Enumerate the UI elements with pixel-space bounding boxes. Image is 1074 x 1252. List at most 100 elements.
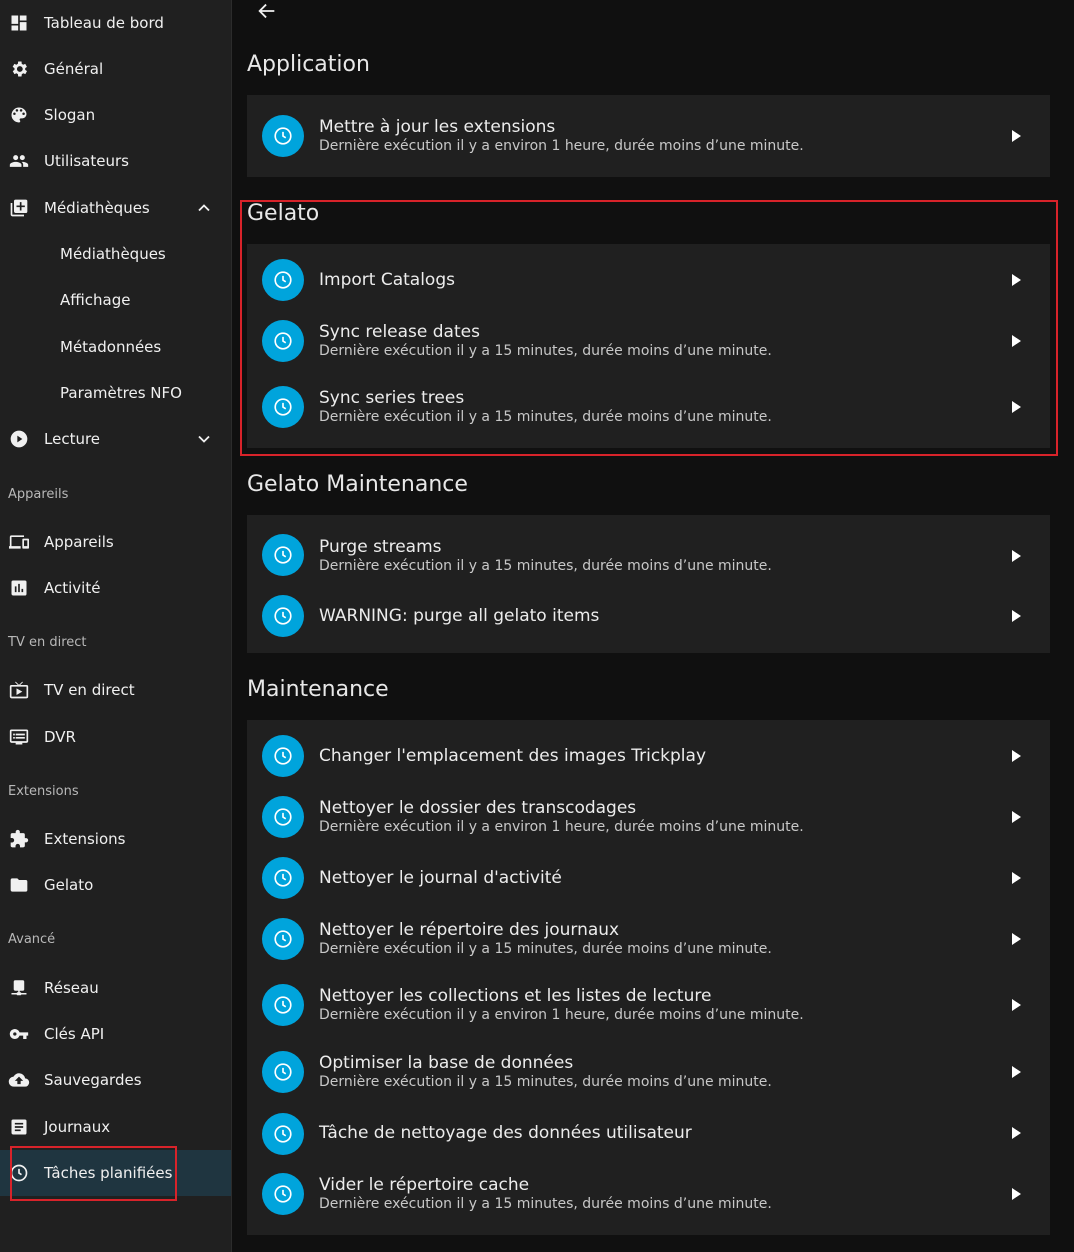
sidebar-item-api-keys[interactable]: Clés API [0,1011,231,1057]
play-icon[interactable] [1008,809,1024,825]
gear-icon [8,58,30,80]
sidebar-subitem-libraries[interactable]: Médiathèques [0,231,231,277]
sidebar-item-label: Sauvegardes [44,1071,142,1089]
section-heading-devices: Appareils [8,487,69,502]
sidebar-item-playback[interactable]: Lecture [0,416,231,462]
sidebar-item-label: Tâches planifiées [44,1164,173,1182]
sidebar-item-network[interactable]: Réseau [0,965,231,1011]
play-icon[interactable] [1008,997,1024,1013]
group-title-gelato-maintenance: Gelato Maintenance [247,472,468,497]
clock-icon [8,1162,30,1184]
task-status: Dernière exécution il y a environ 1 heur… [319,138,804,154]
task-row[interactable]: Purge streams Dernière exécution il y a … [247,515,1050,589]
clock-icon [262,259,304,301]
play-icon[interactable] [1008,870,1024,886]
sidebar-item-gelato[interactable]: Gelato [0,862,231,908]
sidebar-item-label: Affichage [60,291,131,309]
play-icon[interactable] [1008,931,1024,947]
task-name: Nettoyer le répertoire des journaux [319,920,620,940]
play-icon[interactable] [1008,399,1024,415]
task-name: WARNING: purge all gelato items [319,606,600,626]
sidebar-item-dvr[interactable]: DVR [0,714,231,760]
task-row[interactable]: Nettoyer les collections et les listes d… [247,975,1050,1045]
clock-icon [262,1051,304,1093]
sidebar-item-devices[interactable]: Appareils [0,519,231,565]
analytics-icon [8,577,30,599]
play-icon[interactable] [1008,1186,1024,1202]
sidebar: Tableau de bord Général Slogan Utilisate… [0,0,232,1252]
task-row[interactable]: Optimiser la base de données Dernière ex… [247,1045,1050,1109]
chevron-up-icon [194,198,214,218]
clock-icon [262,386,304,428]
sidebar-item-label: Journaux [44,1118,111,1136]
puzzle-icon [8,828,30,850]
section-heading-extensions: Extensions [8,784,79,799]
task-row[interactable]: Nettoyer le journal d'activité [247,851,1050,912]
task-row[interactable]: Tâche de nettoyage des données utilisate… [247,1109,1050,1172]
sidebar-item-users[interactable]: Utilisateurs [0,138,231,184]
play-icon[interactable] [1008,1064,1024,1080]
task-status: Dernière exécution il y a 15 minutes, du… [319,558,772,574]
task-row[interactable]: Nettoyer le répertoire des journaux Dern… [247,912,1050,975]
task-row[interactable]: Sync series trees Dernière exécution il … [247,380,1050,448]
task-status: Dernière exécution il y a 15 minutes, du… [319,1196,772,1212]
task-row[interactable]: Changer l'emplacement des images Trickpl… [247,720,1050,790]
library-add-icon [8,197,30,219]
task-name: Sync series trees [319,388,465,408]
back-arrow-icon[interactable] [256,0,280,24]
sidebar-item-logs[interactable]: Journaux [0,1104,231,1150]
play-icon[interactable] [1008,1125,1024,1141]
play-icon[interactable] [1008,548,1024,564]
play-icon[interactable] [1008,272,1024,288]
sidebar-item-label: Utilisateurs [44,152,129,170]
sidebar-item-label: Appareils [44,533,114,551]
task-status: Dernière exécution il y a environ 1 heur… [319,819,804,835]
task-row[interactable]: Import Catalogs [247,244,1050,314]
network-icon [8,977,30,999]
task-row[interactable]: WARNING: purge all gelato items [247,589,1050,653]
task-row[interactable]: Sync release dates Dernière exécution il… [247,314,1050,380]
key-icon [8,1023,30,1045]
task-card-application: Mettre à jour les extensions Dernière ex… [247,95,1050,177]
folder-icon [8,874,30,896]
main-content: Application Mettre à jour les extensions… [232,0,1074,1252]
task-row[interactable]: Mettre à jour les extensions Dernière ex… [247,95,1050,177]
task-name: Mettre à jour les extensions [319,117,556,137]
task-name: Vider le répertoire cache [319,1175,530,1195]
section-heading-live-tv: TV en direct [8,635,87,650]
sidebar-item-label: Gelato [44,876,94,894]
play-icon[interactable] [1008,748,1024,764]
clock-icon [262,796,304,838]
play-icon[interactable] [1008,608,1024,624]
sidebar-item-general[interactable]: Général [0,46,231,92]
sidebar-item-extensions[interactable]: Extensions [0,816,231,862]
clock-icon [262,115,304,157]
sidebar-item-activity[interactable]: Activité [0,565,231,611]
task-status: Dernière exécution il y a 15 minutes, du… [319,941,772,957]
sidebar-item-libraries[interactable]: Médiathèques [0,185,231,231]
sidebar-item-slogan[interactable]: Slogan [0,92,231,138]
clock-icon [262,1173,304,1215]
task-row[interactable]: Nettoyer le dossier des transcodages Der… [247,790,1050,851]
sidebar-item-label: Médiathèques [44,199,150,217]
clock-icon [262,857,304,899]
sidebar-item-scheduled-tasks[interactable]: Tâches planifiées [0,1150,231,1196]
clock-icon [262,918,304,960]
play-icon[interactable] [1008,333,1024,349]
task-name: Purge streams [319,537,442,557]
sidebar-subitem-display[interactable]: Affichage [0,277,231,323]
task-status: Dernière exécution il y a 15 minutes, du… [319,409,772,425]
sidebar-item-dashboard[interactable]: Tableau de bord [0,0,231,46]
sidebar-item-label: Général [44,60,104,78]
play-icon[interactable] [1008,128,1024,144]
sidebar-item-live-tv[interactable]: TV en direct [0,667,231,713]
task-row[interactable]: Vider le répertoire cache Dernière exécu… [247,1172,1050,1235]
article-icon [8,1116,30,1138]
task-card-gelato-maintenance: Purge streams Dernière exécution il y a … [247,515,1050,653]
group-title-application: Application [247,52,370,77]
sidebar-subitem-metadata[interactable]: Métadonnées [0,324,231,370]
group-title-gelato: Gelato [247,201,320,226]
sidebar-subitem-nfo-settings[interactable]: Paramètres NFO [0,370,231,416]
sidebar-item-backups[interactable]: Sauvegardes [0,1057,231,1103]
clock-icon [262,534,304,576]
